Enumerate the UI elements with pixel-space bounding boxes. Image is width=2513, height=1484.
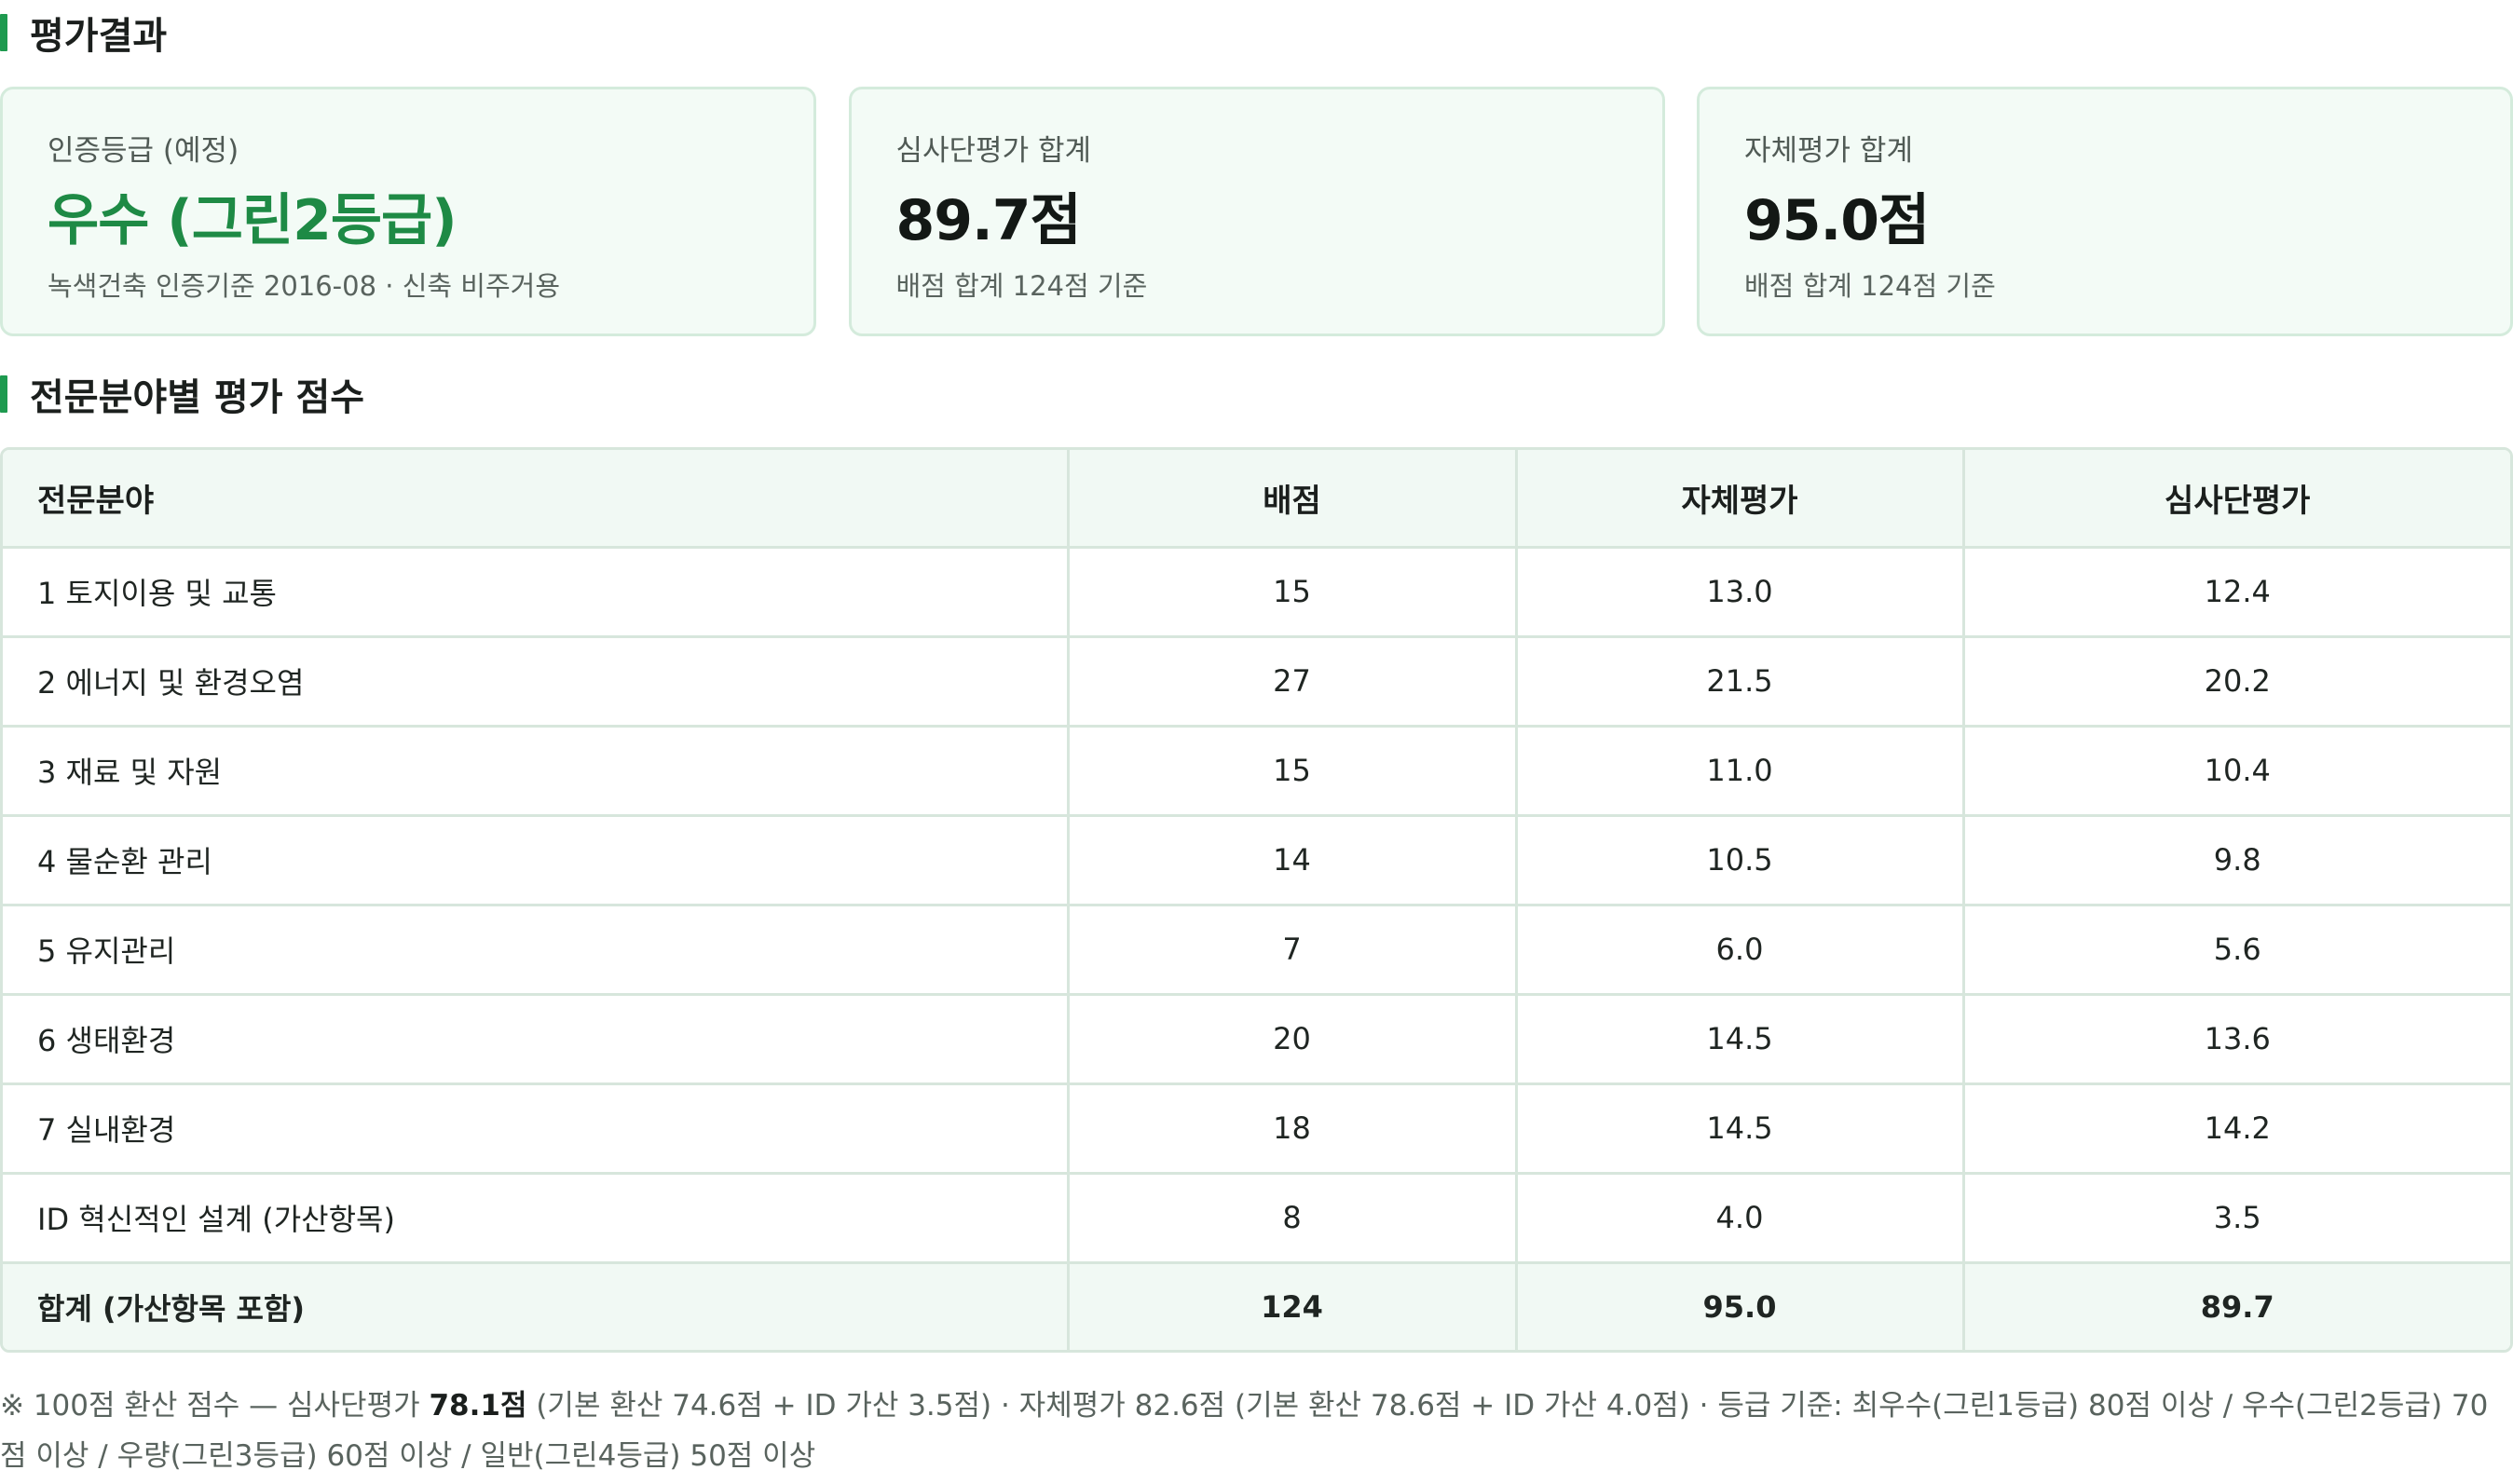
- panel-score-cell: 5.6: [1963, 905, 2510, 996]
- table-header-row: 전문분야 배점 자체평가 심사단평가: [3, 450, 2510, 549]
- self-score-cell: 14.5: [1516, 994, 1965, 1085]
- panel-score-label: 심사단평가 합계: [895, 134, 1092, 168]
- self-score-cell: 14.5: [1516, 1083, 1965, 1175]
- evaluation-result-title: 평가결과: [30, 15, 168, 58]
- panel-score-value: 89.7점: [895, 188, 1082, 253]
- score-table: 전문분야 배점 자체평가 심사단평가 1 토지이용 및 교통 15 13.0 1…: [0, 447, 2513, 1353]
- table-row: 3 재료 및 자원 15 11.0 10.4: [3, 726, 2510, 817]
- total-self-cell: 95.0: [1516, 1262, 1965, 1350]
- self-score-label: 자체평가 합계: [1744, 134, 1913, 168]
- column-header-self: 자체평가: [1516, 450, 1965, 549]
- table-row: 1 토지이용 및 교통 15 13.0 12.4: [3, 547, 2510, 638]
- column-header-allocated: 배점: [1068, 450, 1518, 549]
- allocated-cell: 14: [1068, 815, 1518, 906]
- self-score-cell: 11.0: [1516, 726, 1965, 817]
- panel-score-cell: 13.6: [1963, 994, 2510, 1085]
- total-label-cell: 합계 (가산항목 포함): [3, 1262, 1070, 1350]
- table-row: ID 혁신적인 설계 (가산항목) 8 4.0 3.5: [3, 1173, 2510, 1264]
- field-cell: 4 물순환 관리: [3, 815, 1070, 906]
- score-section-title: 전문분야별 평가 점수: [30, 376, 365, 419]
- panel-score-cell: 14.2: [1963, 1083, 2510, 1175]
- self-score-card: 자체평가 합계 95.0점 배점 합계 124점 기준: [1697, 87, 2513, 336]
- self-score-value: 95.0점: [1744, 188, 1930, 253]
- column-header-panel: 심사단평가: [1963, 450, 2510, 549]
- field-cell: 5 유지관리: [3, 905, 1070, 996]
- table-total-row: 합계 (가산항목 포함) 124 95.0 89.7: [3, 1262, 2510, 1350]
- self-score-cell: 21.5: [1516, 636, 1965, 728]
- field-cell: ID 혁신적인 설계 (가산항목): [3, 1173, 1070, 1264]
- grade-card: 인증등급 (예정) 우수 (그린2등급) 녹색건축 인증기준 2016-08 ·…: [0, 87, 816, 336]
- allocated-cell: 15: [1068, 726, 1518, 817]
- footnote-prefix: ※ 100점 환산 점수 — 심사단평가: [0, 1389, 430, 1423]
- total-panel-cell: 89.7: [2200, 1288, 2274, 1325]
- allocated-cell: 15: [1068, 547, 1518, 638]
- grade-value: 우수 (그린2등급): [48, 188, 458, 253]
- panel-score-cell: 3.5: [1963, 1173, 2510, 1264]
- panel-score-cell: 10.4: [1963, 726, 2510, 817]
- field-cell: 2 에너지 및 환경오염: [3, 636, 1070, 728]
- field-cell: 3 재료 및 자원: [3, 726, 1070, 817]
- grade-note: 녹색건축 인증기준 2016-08 · 신축 비주거용: [48, 270, 560, 302]
- panel-score-cell: 12.4: [1963, 547, 2510, 638]
- field-cell: 7 실내환경: [3, 1083, 1070, 1175]
- allocated-cell: 20: [1068, 994, 1518, 1085]
- section-marker: [0, 14, 7, 51]
- self-score-cell: 4.0: [1516, 1173, 1965, 1264]
- panel-score-card: 심사단평가 합계 89.7점 배점 합계 124점 기준: [848, 87, 1665, 336]
- footnote-highlight: 78.1점: [429, 1389, 527, 1423]
- grade-label: 인증등급 (예정): [48, 134, 239, 168]
- score-footnote: ※ 100점 환산 점수 — 심사단평가 78.1점 (기본 환산 74.6점 …: [0, 1381, 2513, 1481]
- allocated-cell: 7: [1068, 905, 1518, 996]
- table-row: 6 생태환경 20 14.5 13.6: [3, 994, 2510, 1085]
- section-marker: [0, 375, 7, 413]
- column-header-field: 전문분야: [3, 450, 1070, 549]
- total-allocated-cell: 124: [1068, 1262, 1518, 1350]
- self-score-cell: 6.0: [1516, 905, 1965, 996]
- panel-score-cell: 20.2: [1963, 636, 2510, 728]
- table-row: 7 실내환경 18 14.5 14.2: [3, 1083, 2510, 1175]
- table-row: 4 물순환 관리 14 10.5 9.8: [3, 815, 2510, 906]
- field-cell: 1 토지이용 및 교통: [3, 547, 1070, 638]
- self-score-note: 배점 합계 124점 기준: [1744, 270, 1996, 302]
- table-row: 2 에너지 및 환경오염 27 21.5 20.2: [3, 636, 2510, 728]
- allocated-cell: 27: [1068, 636, 1518, 728]
- panel-score-note: 배점 합계 124점 기준: [895, 270, 1148, 302]
- allocated-cell: 18: [1068, 1083, 1518, 1175]
- self-score-cell: 10.5: [1516, 815, 1965, 906]
- summary-cards: 인증등급 (예정) 우수 (그린2등급) 녹색건축 인증기준 2016-08 ·…: [0, 87, 2513, 336]
- panel-score-cell: 9.8: [1963, 815, 2510, 906]
- table-row: 5 유지관리 7 6.0 5.6: [3, 905, 2510, 996]
- field-cell: 6 생태환경: [3, 994, 1070, 1085]
- evaluation-result-heading: 평가결과: [0, 6, 167, 60]
- allocated-cell: 8: [1068, 1173, 1518, 1264]
- self-score-cell: 13.0: [1516, 547, 1965, 638]
- score-section-heading: 전문분야별 평가 점수: [0, 367, 364, 421]
